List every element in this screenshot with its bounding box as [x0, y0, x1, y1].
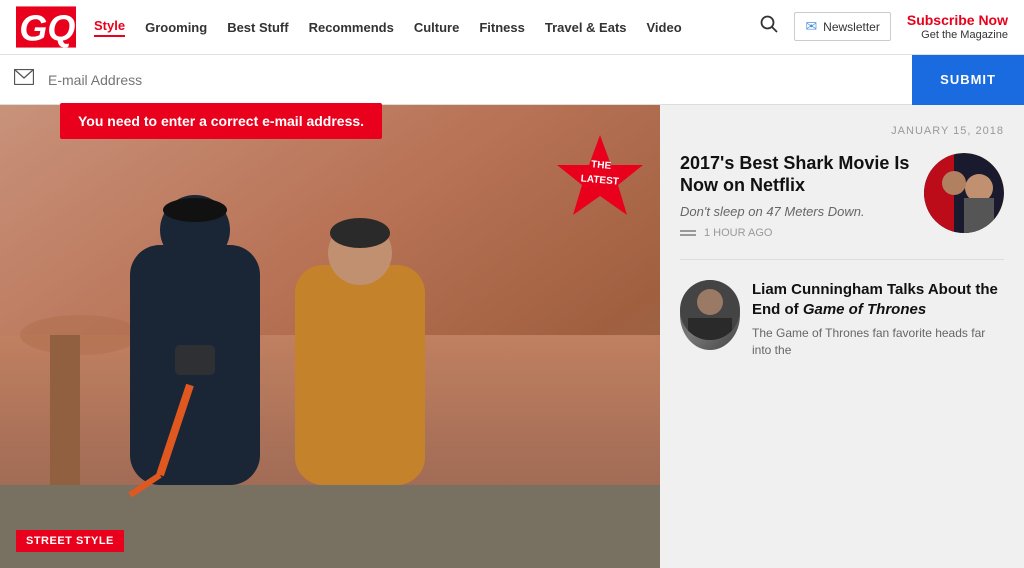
street-style-label: Street Style [16, 530, 124, 552]
nav-culture[interactable]: Culture [414, 20, 460, 35]
hero-background: THE LATEST Street Style [0, 105, 660, 568]
site-header: GQ Style Grooming Best Stuff Recommends … [0, 0, 1024, 55]
svg-text:GQ: GQ [19, 8, 75, 48]
latest-badge: THE LATEST [555, 133, 645, 223]
email-input[interactable] [48, 72, 912, 88]
article-card-2[interactable]: Liam Cunningham Talks About the End of G… [680, 280, 1004, 359]
article-1-thumbnail [924, 153, 1004, 233]
article-1-subtitle: Don't sleep on 47 Meters Down. [680, 204, 912, 219]
header-actions: ✉ Newsletter Subscribe Now Get the Magaz… [760, 12, 1008, 42]
get-magazine-text: Get the Magazine [907, 29, 1008, 42]
sidebar-date: JANUARY 15, 2018 [680, 125, 1004, 137]
article-2-title: Liam Cunningham Talks About the End of G… [752, 280, 1004, 319]
article-2-text: Liam Cunningham Talks About the End of G… [752, 280, 1004, 359]
article-1-text: 2017's Best Shark Movie Is Now on Netfli… [680, 153, 924, 239]
svg-text:THE: THE [591, 159, 612, 172]
article-1-meta: 1 HOUR AGO [680, 227, 912, 239]
logo[interactable]: GQ [16, 6, 76, 48]
main-content: THE LATEST Street Style JANUARY 15, 2018… [0, 105, 1024, 568]
email-icon [0, 69, 48, 90]
main-nav: Style Grooming Best Stuff Recommends Cul… [94, 18, 760, 37]
article-2-subtitle: The Game of Thrones fan favorite heads f… [752, 325, 1004, 359]
subscribe-now-text: Subscribe Now [907, 12, 1008, 29]
article-1-title: 2017's Best Shark Movie Is Now on Netfli… [680, 153, 912, 196]
nav-fitness[interactable]: Fitness [479, 20, 525, 35]
hero-section[interactable]: THE LATEST Street Style [0, 105, 660, 568]
submit-button[interactable]: SUBMIT [912, 55, 1024, 105]
right-sidebar: JANUARY 15, 2018 2017's Best Shark Movie… [660, 105, 1024, 568]
menu-lines-icon [680, 230, 696, 236]
article-card-1[interactable]: 2017's Best Shark Movie Is Now on Netfli… [680, 153, 1004, 260]
email-bar: SUBMIT [0, 55, 1024, 105]
nav-video[interactable]: Video [647, 20, 682, 35]
nav-grooming[interactable]: Grooming [145, 20, 207, 35]
nav-best-stuff[interactable]: Best Stuff [227, 20, 288, 35]
newsletter-button[interactable]: ✉ Newsletter [794, 12, 890, 41]
search-icon[interactable] [760, 15, 778, 38]
article-2-thumbnail [680, 280, 740, 350]
nav-recommends[interactable]: Recommends [309, 20, 394, 35]
newsletter-label: Newsletter [823, 20, 880, 34]
nav-travel-eats[interactable]: Travel & Eats [545, 20, 627, 35]
envelope-icon: ✉ [805, 18, 817, 35]
error-message: You need to enter a correct e-mail addre… [60, 103, 382, 139]
nav-style[interactable]: Style [94, 18, 125, 37]
article-1-time: 1 HOUR AGO [704, 227, 772, 239]
subscribe-button[interactable]: Subscribe Now Get the Magazine [907, 12, 1008, 42]
